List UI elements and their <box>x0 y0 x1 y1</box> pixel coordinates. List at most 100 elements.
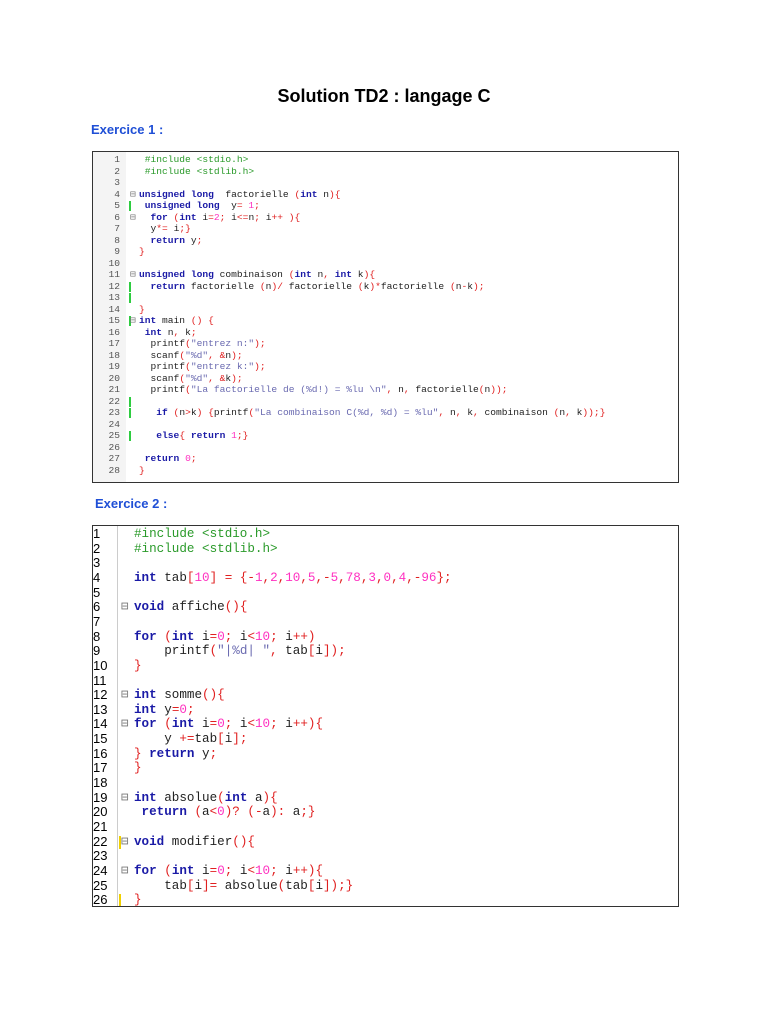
code-token: (){ <box>202 688 225 703</box>
line-number: 20 <box>108 372 120 384</box>
code-token: y <box>194 746 210 761</box>
fold-toggle-icon[interactable]: ⊟ <box>130 189 136 201</box>
code-line: 4 int tab[10] = {-1,2,10,5,-5,78,3,0,4,-9… <box>93 570 678 586</box>
code-token: ){ <box>262 790 278 805</box>
code-line: 18 scanf("%d", &n); <box>93 350 678 362</box>
fold-toggle-icon[interactable]: ⊟ <box>121 791 129 806</box>
code-text: unsigned long y= 1; <box>139 200 260 212</box>
code-token: main <box>156 315 191 326</box>
code-text: void modifier(){ <box>134 835 255 850</box>
code-token: ));} <box>582 407 606 418</box>
code-text: unsigned long factorielle (int n){ <box>139 189 341 201</box>
code-token: ){ <box>329 188 341 200</box>
line-number: 11 <box>93 672 107 688</box>
code-text: } <box>134 893 142 907</box>
code-token: i <box>315 644 323 659</box>
code-token: for <box>139 211 174 223</box>
code-token: i <box>194 717 210 732</box>
fold-toggle-icon[interactable]: ⊟ <box>121 600 129 615</box>
line-number: 14 <box>108 303 120 315</box>
code-token: }; <box>436 570 452 585</box>
code-token: i <box>285 629 293 644</box>
code-token: i <box>315 878 323 893</box>
line-number: 14 <box>93 716 108 732</box>
line-number: 16 <box>93 745 108 761</box>
code-token: factorielle <box>213 188 295 200</box>
code-text: #include <stdlib.h> <box>134 542 278 557</box>
code-line: 14 ⊟ for (int i=0; i<10; i++){ <box>93 717 678 732</box>
code-token: ); <box>473 280 485 292</box>
code-token: int <box>294 269 312 280</box>
code-token: int <box>134 702 157 717</box>
code-line: 26 <box>93 442 678 454</box>
fold-toggle-icon[interactable]: ⊟ <box>121 835 129 850</box>
line-number: 15 <box>93 731 108 747</box>
code-text: } <box>139 465 145 477</box>
code-token: , <box>338 570 346 585</box>
code-line: 2 #include <stdlib.h> <box>93 541 678 557</box>
code-token: ; <box>196 234 203 246</box>
code-token: return <box>134 805 187 820</box>
code-token: factorielle <box>415 384 479 395</box>
line-number: 16 <box>108 326 120 338</box>
code-token: y <box>219 200 237 211</box>
line-number: 9 <box>114 246 120 257</box>
line-number: 22 <box>93 833 108 849</box>
fold-toggle-icon[interactable]: ⊟ <box>130 315 136 327</box>
code-token: #include <stdlib.h> <box>139 165 255 177</box>
code-text: printf("|%d| ", tab[i]); <box>134 644 345 659</box>
code-line: 9 printf("|%d| ", tab[i]); <box>93 644 678 659</box>
code-token: )); <box>490 384 508 395</box>
fold-toggle-icon[interactable]: ⊟ <box>121 864 129 879</box>
line-number: 6 <box>93 599 101 615</box>
code-token: 3 <box>368 570 376 585</box>
code-line: 12 return factorielle (n)/ factorielle (… <box>93 281 678 293</box>
code-text: y*= i;} <box>139 223 191 235</box>
code-token: absolue <box>224 878 278 893</box>
code-text: int tab[10] = {-1,2,10,5,-5,78,3,0,4,-96… <box>134 571 452 586</box>
code-token: y <box>134 732 180 747</box>
line-number: 23 <box>108 407 120 418</box>
fold-toggle-icon[interactable]: ⊟ <box>130 269 136 281</box>
code-line: 17 printf("entrez n:"); <box>93 338 678 350</box>
code-line: 11 <box>93 672 678 689</box>
line-number: 12 <box>93 687 108 703</box>
fold-toggle-icon[interactable]: ⊟ <box>130 212 136 224</box>
code-token: tab <box>285 644 308 659</box>
page-title: Solution TD2 : langage C <box>277 86 491 106</box>
code-line: 5 <box>93 584 678 601</box>
change-marker <box>129 281 131 292</box>
line-number: 21 <box>108 384 120 395</box>
code-token: tab <box>156 570 187 585</box>
code-text: return factorielle (n)/ factorielle (k)*… <box>139 281 485 293</box>
code-token: printf <box>134 644 210 659</box>
code-token: int <box>134 570 157 585</box>
code-token: 0 <box>217 805 225 820</box>
code-line: 10} <box>93 658 678 674</box>
code-token: "|%d| " <box>217 644 271 659</box>
code-text: return 0; <box>139 453 197 465</box>
line-number: 5 <box>93 584 101 600</box>
code-token: ( <box>217 790 225 805</box>
code-token: 0 <box>383 570 392 585</box>
code-token: ( <box>164 717 172 732</box>
code-token: 1 <box>254 570 263 585</box>
code-token: } <box>134 893 142 907</box>
line-number: 26 <box>93 892 108 907</box>
code-line: 20 return (a<0)? (-a): a;} <box>93 805 678 820</box>
code-text: int n, k; <box>139 327 197 339</box>
fold-toggle-icon[interactable]: ⊟ <box>121 688 129 703</box>
code-text: #include <stdlib.h> <box>139 166 254 178</box>
code-token: ; <box>270 717 286 732</box>
code-token: < <box>247 863 255 878</box>
code-token: int <box>334 269 353 280</box>
code-token: , <box>438 407 450 418</box>
code-token: n <box>162 326 174 338</box>
code-token: unsigned long <box>139 269 214 280</box>
code-token: return <box>149 746 195 761</box>
fold-toggle-icon[interactable]: ⊟ <box>121 717 129 732</box>
line-number: 19 <box>108 361 120 372</box>
code-token: if <box>139 407 168 418</box>
code-line: 21 <box>93 819 678 835</box>
code-line: 17} <box>93 761 678 776</box>
